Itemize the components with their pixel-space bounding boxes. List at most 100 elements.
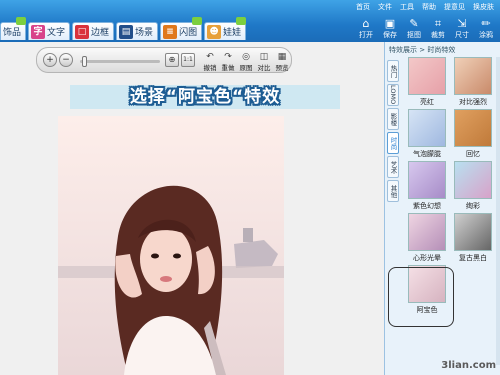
main-tabs: 饰品 字 文字 □ 边框 ▤ 场景 ≡ 闪图 ☻ 娃娃: [0, 17, 247, 42]
effect-label: 紫色幻想: [413, 202, 441, 210]
crop-label: 裁剪: [431, 31, 445, 39]
effect-retro-bw[interactable]: 复古黑白: [452, 213, 494, 265]
panel-scrollbar[interactable]: [496, 57, 500, 365]
fit-window-button[interactable]: ⊕: [165, 53, 179, 67]
zoom-slider[interactable]: [80, 56, 160, 67]
effect-label: 复古黑白: [459, 254, 487, 262]
top-bar: 首页 文件 工具 帮助 提意见 换皮肤 饰品 字 文字 □ 边框 ▤ 场景 ≡ …: [0, 0, 500, 42]
effect-label: 气泡朦胧: [413, 150, 441, 158]
tab-label: 饰品: [3, 28, 22, 38]
effect-label: 回忆: [466, 150, 480, 158]
tab-doll[interactable]: ☻ 娃娃: [204, 17, 247, 40]
fit-icon: ⊕: [168, 55, 176, 64]
redo-icon: ↷: [224, 52, 232, 62]
tab-label: 娃娃: [223, 28, 242, 38]
open-button[interactable]: ⌂ 打开: [354, 14, 378, 40]
tab-scene[interactable]: ▤ 场景: [116, 22, 159, 40]
top-link-feedback[interactable]: 提意见: [444, 2, 465, 12]
effect-memory[interactable]: 回忆: [452, 109, 494, 161]
tab-frame[interactable]: □ 边框: [72, 22, 115, 40]
compare-label: 对比: [257, 64, 271, 72]
new-badge: [192, 17, 203, 25]
cutout-button[interactable]: ✎ 抠图: [402, 14, 426, 40]
tab-label: 场景: [135, 28, 154, 38]
new-badge: [16, 17, 27, 25]
new-badge: [236, 17, 247, 25]
instruction-banner: 选择“阿宝色“特效: [70, 85, 340, 109]
panel-breadcrumb: 特效展示 > 时尚特效: [389, 46, 456, 54]
effect-label: 对比强烈: [459, 98, 487, 106]
effect-label: 心形光晕: [413, 254, 441, 262]
edited-photo[interactable]: [58, 116, 284, 375]
crop-icon: ⌗: [434, 17, 442, 30]
zoom-in-button[interactable]: +: [43, 53, 57, 67]
effect-bright-red[interactable]: 亮红: [406, 57, 448, 109]
watermark: 3lian.com: [441, 360, 496, 371]
effect-colorful[interactable]: 绚彩: [452, 161, 494, 213]
zoom-out-button[interactable]: −: [59, 53, 73, 67]
crop-button[interactable]: ⌗ 裁剪: [426, 14, 450, 40]
original-label: 原图: [239, 64, 253, 72]
actual-size-button[interactable]: 1:1: [181, 53, 195, 67]
effect-thumbnail: [408, 109, 446, 147]
save-button[interactable]: ▣ 保存: [378, 14, 402, 40]
actual-size-icon: 1:1: [183, 56, 193, 63]
category-art[interactable]: 艺术: [387, 156, 399, 178]
preview-icon: ▦: [277, 52, 287, 62]
save-label: 保存: [383, 31, 397, 39]
instruction-text: 选择“阿宝色“特效: [129, 87, 281, 107]
tab-label: 边框: [91, 28, 110, 38]
open-icon: ⌂: [362, 17, 370, 30]
tab-text[interactable]: 字 文字: [28, 22, 71, 40]
undo-icon: ↶: [206, 52, 214, 62]
tab-flash[interactable]: ≡ 闪图: [160, 17, 203, 40]
undo-label: 撤销: [203, 64, 217, 72]
effect-high-contrast[interactable]: 对比强烈: [452, 57, 494, 109]
resize-label: 尺寸: [455, 31, 469, 39]
top-link-skin[interactable]: 换皮肤: [473, 2, 494, 12]
preview-button[interactable]: ▦ 预览: [271, 50, 293, 72]
selection-highlight: [388, 267, 454, 327]
top-links: 首页 文件 工具 帮助 提意见 换皮肤: [356, 2, 494, 12]
right-toolbar: ⌂ 打开 ▣ 保存 ✎ 抠图 ⌗ 裁剪 ⇲ 尺寸 ✏ 涂鸦: [354, 14, 498, 40]
original-icon: ◎: [242, 52, 250, 62]
top-link-tools[interactable]: 工具: [400, 2, 414, 12]
zoom-slider-handle[interactable]: [82, 56, 87, 67]
doodle-icon: ✏: [481, 17, 491, 30]
effect-categories: 热门 LOMO 影楼 时尚 艺术 其他: [387, 60, 401, 204]
redo-label: 重做: [221, 64, 235, 72]
doodle-label: 涂鸦: [479, 31, 493, 39]
compare-icon: ◫: [259, 52, 269, 62]
zoom-out-icon: −: [62, 55, 70, 65]
cutout-label: 抠图: [407, 31, 421, 39]
save-icon: ▣: [384, 17, 396, 30]
top-link-file[interactable]: 文件: [378, 2, 392, 12]
cutout-icon: ✎: [409, 17, 419, 30]
doodle-button[interactable]: ✏ 涂鸦: [474, 14, 498, 40]
category-hot[interactable]: 热门: [387, 60, 399, 82]
text-icon: 字: [31, 24, 46, 39]
category-other[interactable]: 其他: [387, 180, 399, 202]
top-link-home[interactable]: 首页: [356, 2, 370, 12]
tab-label: 闪图: [179, 28, 198, 38]
effect-thumbnail: [454, 161, 492, 199]
top-link-help[interactable]: 帮助: [422, 2, 436, 12]
tab-decoration[interactable]: 饰品: [0, 17, 27, 40]
doll-icon: ☻: [207, 24, 222, 39]
effect-thumbnail: [454, 57, 492, 95]
category-fashion[interactable]: 时尚: [387, 132, 399, 154]
effect-bubble-haze[interactable]: 气泡朦胧: [406, 109, 448, 161]
resize-icon: ⇲: [457, 17, 467, 30]
category-lomo[interactable]: LOMO: [387, 84, 399, 106]
effect-thumbnail: [408, 161, 446, 199]
effect-purple-fantasy[interactable]: 紫色幻想: [406, 161, 448, 213]
image-toolbar: + − ⊕ 1:1 ↶ 撤销 ↷ 重做 ◎ 原图 ◫ 对比 ▦ 预览: [36, 47, 292, 73]
preview-label: 预览: [275, 64, 289, 72]
resize-button[interactable]: ⇲ 尺寸: [450, 14, 474, 40]
effect-label: 绚彩: [466, 202, 480, 210]
effect-heart-glow[interactable]: 心形光晕: [406, 213, 448, 265]
tab-label: 文字: [47, 28, 66, 38]
effect-thumbnail: [408, 57, 446, 95]
open-label: 打开: [359, 31, 373, 39]
category-studio[interactable]: 影楼: [387, 108, 399, 130]
